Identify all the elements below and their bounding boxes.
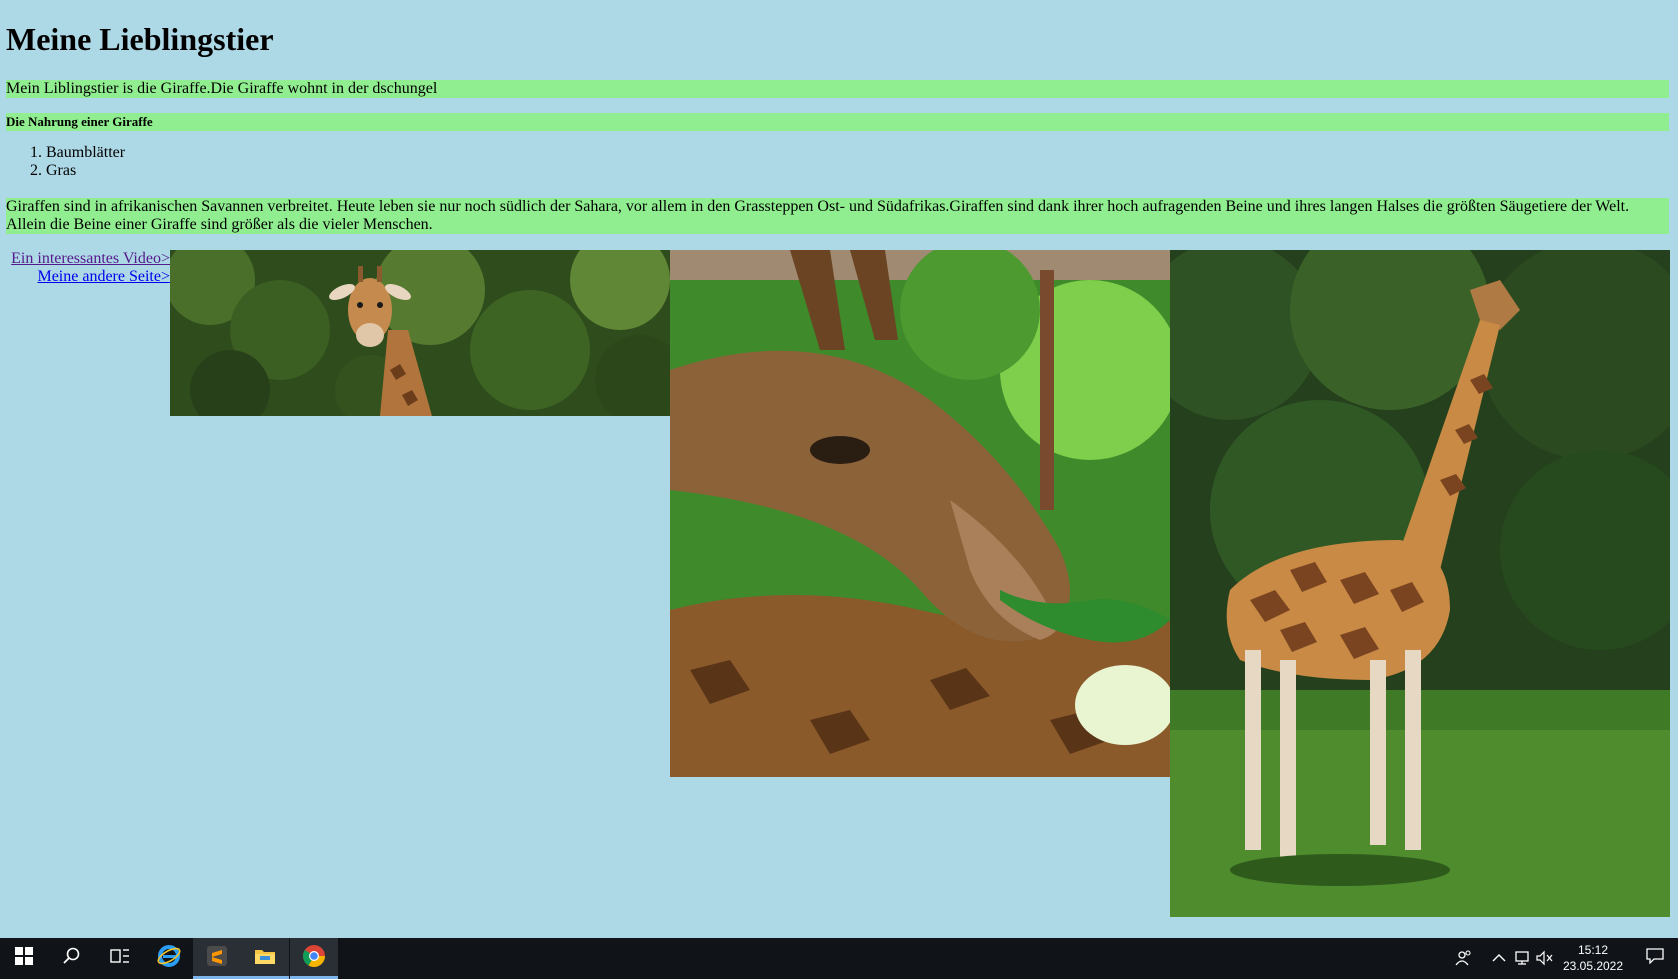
intro-text: Mein Liblingstier is die Giraffe.Die Gir… xyxy=(6,80,1669,98)
action-center-button[interactable] xyxy=(1632,938,1678,979)
giraffe-standing-photo xyxy=(1170,250,1670,917)
file-explorer-icon xyxy=(254,946,276,971)
food-list-item: Baumblätter xyxy=(46,144,125,162)
file-explorer-button[interactable] xyxy=(241,938,289,979)
clock-date: 23.05.2022 xyxy=(1562,959,1624,973)
volume-muted-icon[interactable] xyxy=(1535,948,1555,968)
people-icon[interactable] xyxy=(1454,948,1474,968)
notification-icon xyxy=(1646,948,1664,969)
chrome-icon xyxy=(302,944,326,973)
internet-explorer-icon xyxy=(157,944,181,973)
task-view-icon xyxy=(110,947,130,970)
chrome-button[interactable] xyxy=(290,938,338,979)
other-page-link[interactable]: Meine andere Seite> xyxy=(6,268,170,286)
start-button[interactable] xyxy=(0,938,48,979)
chevron-up-icon[interactable] xyxy=(1489,948,1509,968)
task-view-button[interactable] xyxy=(96,938,144,979)
sublime-text-button[interactable] xyxy=(193,938,241,979)
facts-text: Giraffen sind in afrikanischen Savannen … xyxy=(6,198,1669,234)
internet-explorer-button[interactable] xyxy=(145,938,193,979)
clock[interactable]: 15:12 23.05.2022 xyxy=(1556,942,1630,974)
clock-time: 15:12 xyxy=(1577,943,1609,957)
giraffe-eating-photo xyxy=(670,250,1170,777)
network-icon[interactable] xyxy=(1512,948,1532,968)
page-title: Meine Lieblingstier xyxy=(6,21,274,57)
start-icon xyxy=(15,947,33,970)
giraffe-head-photo xyxy=(170,250,670,416)
sublime-text-icon xyxy=(206,945,228,972)
video-link[interactable]: Ein interessantes Video> xyxy=(6,250,170,268)
web-page: Meine Lieblingstier Mein Liblingstier is… xyxy=(0,0,1678,938)
taskbar: 15:12 23.05.2022 xyxy=(0,938,1678,979)
food-heading: Die Nahrung einer Giraffe xyxy=(6,113,1669,131)
search-button[interactable] xyxy=(48,938,96,979)
food-list: Baumblätter Gras xyxy=(6,144,125,180)
link-list: Ein interessantes Video> Meine andere Se… xyxy=(6,250,170,286)
food-list-item: Gras xyxy=(46,162,125,180)
search-icon xyxy=(63,947,81,970)
